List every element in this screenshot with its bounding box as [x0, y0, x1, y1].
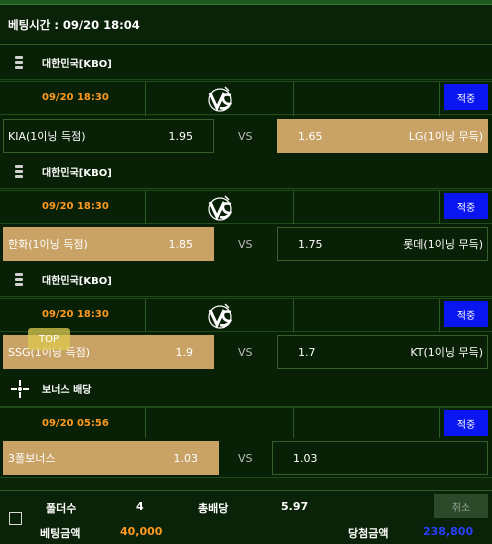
bonus-away-cell[interactable]: 1.03: [272, 441, 488, 475]
league-name: 대한민국[KBO]: [42, 276, 112, 287]
game-time-row: 09/20 18:30 적중: [0, 298, 492, 333]
away-odds-cell[interactable]: 1.7 KT(1이닝 무득): [277, 335, 488, 369]
vs-logo-icon: [208, 195, 233, 221]
home-odds-cell[interactable]: 한화(1이닝 득점) 1.85: [3, 227, 214, 261]
home-odds: 1.95: [168, 129, 194, 143]
scroll-top-button[interactable]: TOP: [28, 328, 70, 350]
bonus-league-row: 보너스 배당: [0, 371, 492, 407]
away-team: 롯데(1이닝 무득): [403, 238, 483, 251]
vs-label: VS: [238, 452, 253, 465]
home-team: KIA(1이닝 득점): [8, 130, 86, 143]
league-row: 대한민국[KBO]: [0, 263, 492, 297]
folder-count-label: 폴더수: [46, 502, 77, 515]
away-odds: 1.7: [298, 345, 316, 359]
league-name: 대한민국[KBO]: [42, 168, 112, 179]
bonus-time: 09/20 05:56: [42, 418, 109, 429]
home-odds: 1.85: [168, 237, 194, 251]
apply-button[interactable]: 적중: [444, 301, 488, 327]
apply-button[interactable]: 적중: [444, 410, 488, 436]
baseball-league-icon: [12, 270, 26, 290]
betting-time-header: 베팅시간 : 09/20 18:04: [0, 5, 492, 45]
select-all-checkbox[interactable]: [9, 512, 22, 525]
baseball-league-icon: [12, 162, 26, 182]
away-odds-cell[interactable]: 1.65 LG(1이닝 무득): [277, 119, 488, 153]
bet-amount-label: 베팅금액: [40, 527, 81, 540]
odds-row: KIA(1이닝 득점) 1.95 VS 1.65 LG(1이닝 무득): [0, 116, 492, 156]
game-time-row: 09/20 18:30 적중: [0, 190, 492, 225]
bonus-time-row: 09/20 05:56 적중: [0, 407, 492, 442]
total-odds: 5.97: [281, 500, 309, 513]
vs-logo-icon: [208, 303, 233, 329]
home-odds-cell[interactable]: KIA(1이닝 득점) 1.95: [3, 119, 214, 153]
bonus-label: 보너스 배당: [42, 385, 92, 396]
game-time: 09/20 18:30: [42, 201, 109, 212]
odds-row: SSG(1이닝 득점) 1.9 VS 1.7 KT(1이닝 무득): [0, 332, 492, 372]
vs-label: VS: [238, 130, 253, 143]
bet-amount: 40,000: [120, 525, 163, 538]
away-odds-cell[interactable]: 1.75 롯데(1이닝 무득): [277, 227, 488, 261]
home-odds: 1.9: [175, 345, 194, 359]
betting-time-label: 베팅시간 : 09/20 18:04: [8, 17, 140, 32]
game-time: 09/20 18:30: [42, 309, 109, 320]
bet-slip-footer: 폴더수 4 총배당 5.97 취소 베팅금액 40,000 당첨금액 238,8…: [0, 490, 492, 544]
game-time: 09/20 18:30: [42, 92, 109, 103]
bonus-odds-row: 3폴보너스 1.03 VS 1.03: [0, 438, 492, 478]
league-name: 대한민국[KBO]: [42, 59, 112, 70]
vs-label: VS: [238, 346, 253, 359]
bonus-odds-cell[interactable]: 3폴보너스 1.03: [3, 441, 219, 475]
cancel-button[interactable]: 취소: [434, 494, 488, 518]
vs-label: VS: [238, 238, 253, 251]
bonus-away-odds: 1.03: [293, 451, 318, 465]
away-team: KT(1이닝 무득): [410, 346, 483, 359]
game-time-row: 09/20 18:30 적중: [0, 81, 492, 116]
sparkle-icon: [10, 379, 30, 399]
league-row: 대한민국[KBO]: [0, 155, 492, 189]
apply-button[interactable]: 적중: [444, 193, 488, 219]
folder-count: 4: [136, 500, 144, 513]
league-row: 대한민국[KBO]: [0, 46, 492, 80]
odds-row: 한화(1이닝 득점) 1.85 VS 1.75 롯데(1이닝 무득): [0, 224, 492, 264]
win-amount-label: 당첨금액: [348, 527, 389, 540]
baseball-league-icon: [12, 53, 26, 73]
away-team: LG(1이닝 무득): [408, 130, 483, 143]
away-odds: 1.65: [298, 129, 323, 143]
apply-button[interactable]: 적중: [444, 84, 488, 110]
total-odds-label: 총배당: [198, 502, 229, 515]
vs-logo-icon: [208, 86, 233, 112]
away-odds: 1.75: [298, 237, 323, 251]
win-amount: 238,800: [423, 525, 474, 538]
home-team: 한화(1이닝 득점): [8, 238, 88, 251]
bonus-odds: 1.03: [173, 451, 199, 465]
bonus-name: 3폴보너스: [8, 452, 56, 465]
